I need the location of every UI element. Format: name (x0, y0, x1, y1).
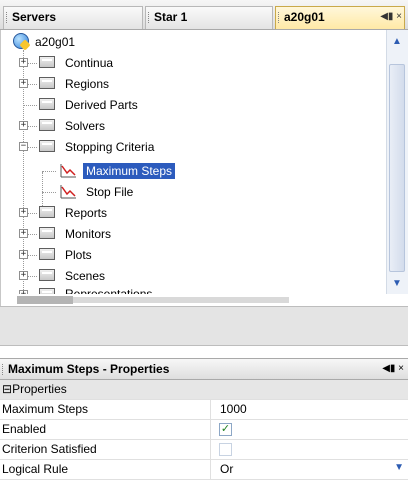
tree-item-label: Stopping Criteria (65, 140, 155, 154)
enabled-checkbox[interactable]: ✓ (219, 423, 232, 436)
tree-item-label: Monitors (65, 227, 112, 241)
property-name: Enabled (2, 420, 211, 439)
properties-header: Maximum Steps - Properties ◀▮ × (0, 358, 408, 380)
tree-item-plots[interactable]: + Plots (1, 245, 386, 265)
tab-label: Star 1 (154, 10, 188, 24)
tree-item-label: Reports (65, 206, 108, 220)
expand-icon[interactable]: + (19, 208, 28, 217)
property-row-criterion-satisfied[interactable]: Criterion Satisfied (0, 440, 408, 460)
tree-item-regions[interactable]: + Regions (1, 74, 386, 94)
expand-icon[interactable]: + (19, 271, 28, 280)
tree-item-stopping-criteria[interactable]: − Stopping Criteria (1, 137, 386, 157)
scroll-up-icon[interactable]: ▲ (389, 34, 405, 50)
tab-close-controls[interactable]: ◀▮ × (380, 11, 402, 22)
folder-icon (39, 227, 55, 239)
tree-item-label: Solvers (65, 119, 106, 133)
tab-label: a20g01 (284, 10, 325, 24)
tree-item-label: Derived Parts (65, 98, 138, 112)
chevron-down-icon[interactable]: ▼ (394, 462, 404, 473)
property-row-logical-rule[interactable]: Logical Rule Or ▼ (0, 460, 408, 480)
tree-item-label: Stop File (86, 185, 134, 199)
simulation-globe-icon (13, 33, 29, 49)
tree-item-label: Continua (65, 56, 114, 70)
folder-icon (39, 56, 55, 68)
tree-item-stop-file[interactable]: Stop File (1, 182, 386, 202)
expand-icon[interactable]: + (19, 229, 28, 238)
tree-item-monitors[interactable]: + Monitors (1, 224, 386, 244)
properties-title: Maximum Steps - Properties (8, 362, 170, 376)
tree-connector (42, 192, 56, 193)
expand-icon[interactable]: + (19, 121, 28, 130)
folder-icon (39, 98, 55, 110)
panel-grip-icon (2, 364, 3, 375)
folder-icon (39, 206, 55, 218)
preview-area (0, 306, 408, 346)
folder-open-icon (39, 140, 55, 152)
tree-item-maximum-steps[interactable]: Maximum Steps (1, 161, 386, 181)
criterion-chart-icon (60, 164, 76, 178)
simulation-tree: a20g01 + Continua + Regions Derived Part… (0, 30, 408, 306)
property-row-maximum-steps[interactable]: Maximum Steps 1000 (0, 400, 408, 420)
folder-icon (39, 77, 55, 89)
tree-item-solvers[interactable]: + Solvers (1, 116, 386, 136)
tree-horizontal-scrollbar[interactable] (1, 294, 387, 306)
property-value-input[interactable]: 1000 (220, 400, 247, 419)
tree-item-label: Maximum Steps (83, 163, 176, 179)
criterion-satisfied-checkbox (219, 443, 232, 456)
properties-group-row[interactable]: ⊟Properties (0, 380, 408, 400)
folder-icon (39, 119, 55, 131)
tree-item-label: Scenes (65, 269, 106, 283)
tab-grip-icon (278, 12, 281, 23)
property-name: Logical Rule (2, 460, 211, 479)
tree-root-label: a20g01 (35, 35, 76, 49)
tab-servers[interactable]: Servers (3, 6, 143, 29)
property-name: Criterion Satisfied (2, 440, 211, 459)
collapse-group-icon[interactable]: ⊟ (2, 382, 12, 396)
tab-bar: Servers Star 1 a20g01 ◀▮ × (0, 0, 408, 30)
logical-rule-select[interactable]: Or (220, 460, 233, 479)
property-name: Maximum Steps (2, 400, 211, 419)
tree-item-label: Regions (65, 77, 110, 91)
collapse-icon[interactable]: − (19, 142, 28, 151)
panel-close-controls[interactable]: ◀▮ × (382, 359, 404, 379)
tree-root[interactable]: a20g01 (1, 32, 386, 52)
scroll-down-icon[interactable]: ▼ (389, 276, 405, 292)
tree-vertical-scrollbar[interactable]: ▲ ▼ (386, 30, 408, 294)
tree-item-reports[interactable]: + Reports (1, 203, 386, 223)
scrollbar-thumb[interactable] (389, 64, 405, 272)
folder-icon (39, 248, 55, 260)
group-label: ⊟Properties (2, 380, 210, 399)
tree-item-scenes[interactable]: + Scenes (1, 266, 386, 286)
folder-icon (39, 269, 55, 281)
tree-item-continua[interactable]: + Continua (1, 53, 386, 73)
criterion-chart-icon (60, 185, 76, 199)
property-row-enabled[interactable]: Enabled ✓ (0, 420, 408, 440)
tab-star-1[interactable]: Star 1 (145, 6, 273, 29)
expand-icon[interactable]: + (19, 79, 28, 88)
tree-item-derived-parts[interactable]: Derived Parts (1, 95, 386, 115)
expand-icon[interactable]: + (19, 250, 28, 259)
tree-connector (42, 171, 56, 172)
tree-connector (23, 105, 37, 106)
group-title: Properties (12, 382, 67, 396)
tab-grip-icon (6, 12, 9, 23)
scrollbar-thumb[interactable] (17, 296, 73, 304)
tree-item-label: Plots (65, 248, 92, 262)
tab-label: Servers (12, 10, 57, 24)
expand-icon[interactable]: + (19, 58, 28, 67)
tab-grip-icon (148, 12, 151, 23)
